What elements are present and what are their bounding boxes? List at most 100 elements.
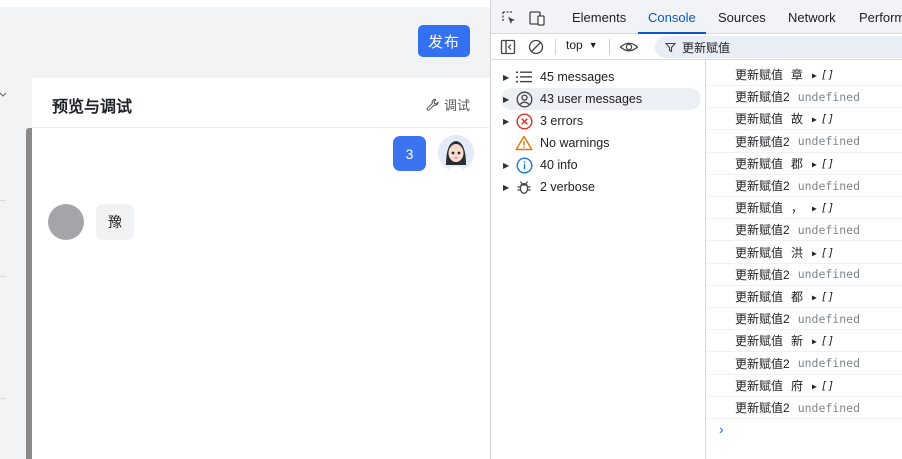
console-toolbar: top ▼ 更新赋值 bbox=[491, 34, 902, 60]
tab-elements[interactable]: Elements bbox=[572, 0, 626, 34]
app-pane: 发布 预览与调试 调试 3 豫 bbox=[0, 0, 490, 459]
console-log-row: 更新赋值2 undefined bbox=[707, 131, 902, 153]
log-label: 更新赋值2 bbox=[735, 356, 790, 371]
console-log-row: 更新赋值章 ▶[] bbox=[707, 64, 902, 86]
array-literal: [] bbox=[820, 112, 835, 126]
log-undefined-value: undefined bbox=[797, 356, 860, 371]
expand-arrow-icon[interactable]: ▶ bbox=[501, 73, 513, 82]
log-undefined-value: undefined bbox=[797, 222, 860, 237]
array-literal: [] bbox=[820, 245, 835, 259]
warning-icon bbox=[515, 135, 533, 151]
console-log-row: 更新赋值洪 ▶[] bbox=[707, 242, 902, 264]
log-label: 更新赋值 bbox=[735, 334, 784, 349]
console-prompt[interactable]: › bbox=[719, 421, 724, 437]
log-array-value[interactable]: ▶[] bbox=[812, 157, 834, 170]
log-array-value[interactable]: ▶[] bbox=[812, 201, 834, 214]
log-label: 更新赋值2 bbox=[735, 312, 790, 327]
bot-avatar bbox=[48, 204, 84, 240]
error-icon bbox=[515, 112, 533, 130]
eye-icon[interactable] bbox=[619, 38, 639, 56]
log-char-value: 故 bbox=[791, 112, 804, 127]
sidebar-item-label: No warnings bbox=[540, 136, 610, 150]
log-char-value: 郡 bbox=[791, 156, 804, 171]
clear-console-icon[interactable] bbox=[527, 38, 545, 56]
sidebar-item-warnings[interactable]: No warnings bbox=[501, 132, 701, 154]
log-array-value[interactable]: ▶[] bbox=[812, 379, 834, 392]
expand-arrow-icon[interactable]: ▶ bbox=[812, 293, 817, 302]
tab-performance[interactable]: Perform bbox=[859, 0, 902, 34]
log-label: 更新赋值 bbox=[735, 156, 784, 171]
expand-arrow-icon[interactable]: ▶ bbox=[501, 183, 513, 192]
array-literal: [] bbox=[820, 378, 835, 392]
expand-arrow-icon[interactable]: ▶ bbox=[812, 160, 817, 169]
log-char-value: ， bbox=[791, 201, 804, 216]
tab-console[interactable]: Console bbox=[638, 0, 706, 34]
log-array-value[interactable]: ▶[] bbox=[812, 290, 834, 303]
context-label: top bbox=[566, 38, 583, 52]
log-char-value: 洪 bbox=[791, 245, 804, 260]
log-label: 更新赋值 bbox=[735, 290, 784, 304]
expand-arrow-icon[interactable]: ▶ bbox=[501, 161, 513, 170]
sidebar-item-messages[interactable]: ▶ 45 messages bbox=[501, 66, 701, 88]
tab-network[interactable]: Network bbox=[788, 0, 836, 34]
console-log-row: 更新赋值郡 ▶[] bbox=[707, 153, 902, 175]
expand-arrow-icon[interactable]: ▶ bbox=[812, 249, 817, 258]
log-array-value[interactable]: ▶[] bbox=[812, 112, 834, 125]
console-filter-input[interactable]: 更新赋值 bbox=[655, 36, 902, 58]
user-avatar[interactable] bbox=[438, 135, 474, 171]
array-literal: [] bbox=[820, 290, 835, 303]
resize-handle[interactable] bbox=[26, 128, 32, 459]
sidebar-divider bbox=[0, 276, 6, 277]
wrench-icon bbox=[426, 98, 439, 111]
log-array-value[interactable]: ▶[] bbox=[812, 334, 834, 347]
sidebar-item-errors[interactable]: ▶ 3 errors bbox=[501, 110, 701, 132]
expand-arrow-icon[interactable]: ▶ bbox=[501, 117, 513, 126]
avatar-illustration-icon bbox=[438, 135, 474, 171]
expand-arrow-icon[interactable]: ▶ bbox=[812, 382, 817, 391]
sidebar-divider bbox=[0, 200, 6, 201]
page-title: 预览与调试 bbox=[52, 99, 133, 116]
array-literal: [] bbox=[820, 201, 835, 215]
log-label: 更新赋值2 bbox=[735, 267, 790, 282]
log-char-value: 新 bbox=[791, 334, 804, 349]
log-label: 更新赋值 bbox=[735, 245, 784, 260]
chevron-down-icon[interactable] bbox=[0, 92, 6, 98]
screen: 发布 预览与调试 调试 3 豫 Elements Console Sources… bbox=[0, 0, 902, 459]
array-literal: [] bbox=[820, 334, 835, 348]
log-label: 更新赋值2 bbox=[735, 179, 790, 193]
sidebar-item-verbose[interactable]: ▶ 2 verbose bbox=[501, 176, 701, 198]
console-sidebar: ▶ 45 messages ▶ 43 user messages ▶ 3 err… bbox=[491, 60, 706, 459]
log-undefined-value: undefined bbox=[797, 89, 860, 104]
debug-button[interactable]: 调试 bbox=[426, 95, 470, 114]
console-log-row: 更新赋值府 ▶[] bbox=[707, 375, 902, 397]
console-log-row: 更新赋值2 undefined bbox=[707, 264, 902, 286]
expand-arrow-icon[interactable]: ▶ bbox=[812, 115, 817, 124]
log-array-value[interactable]: ▶[] bbox=[812, 246, 834, 259]
expand-arrow-icon[interactable]: ▶ bbox=[501, 95, 513, 104]
expand-arrow-icon[interactable]: ▶ bbox=[812, 204, 817, 213]
log-array-value[interactable]: ▶[] bbox=[812, 68, 834, 81]
device-toolbar-icon[interactable] bbox=[528, 9, 546, 27]
array-literal: [] bbox=[820, 156, 835, 170]
tab-sources[interactable]: Sources bbox=[718, 0, 766, 34]
sidebar-toggle-icon[interactable] bbox=[499, 38, 517, 56]
sidebar-item-label: 40 info bbox=[540, 158, 578, 172]
log-label: 更新赋值2 bbox=[735, 401, 790, 415]
log-undefined-value: undefined bbox=[797, 311, 860, 326]
log-undefined-value: undefined bbox=[797, 400, 860, 415]
log-label: 更新赋值 bbox=[735, 201, 784, 216]
expand-arrow-icon[interactable]: ▶ bbox=[812, 71, 817, 80]
log-label: 更新赋值2 bbox=[735, 90, 790, 105]
console-log-row: 更新赋值2 undefined bbox=[707, 353, 902, 375]
sidebar-item-info[interactable]: ▶ 40 info bbox=[501, 154, 701, 176]
filter-text: 更新赋值 bbox=[682, 40, 731, 55]
context-selector[interactable]: top ▼ bbox=[566, 38, 598, 52]
expand-arrow-icon[interactable]: ▶ bbox=[812, 337, 817, 346]
devtools-pane: Elements Console Sources Network Perform… bbox=[490, 0, 902, 459]
sidebar-item-label: 45 messages bbox=[540, 70, 615, 84]
inspect-element-icon[interactable] bbox=[500, 9, 518, 27]
sidebar-item-user-messages[interactable]: ▶ 43 user messages bbox=[501, 88, 701, 110]
toolbar-divider bbox=[609, 39, 610, 55]
sidebar-item-label: 2 verbose bbox=[540, 180, 595, 194]
publish-button[interactable]: 发布 bbox=[418, 25, 470, 57]
